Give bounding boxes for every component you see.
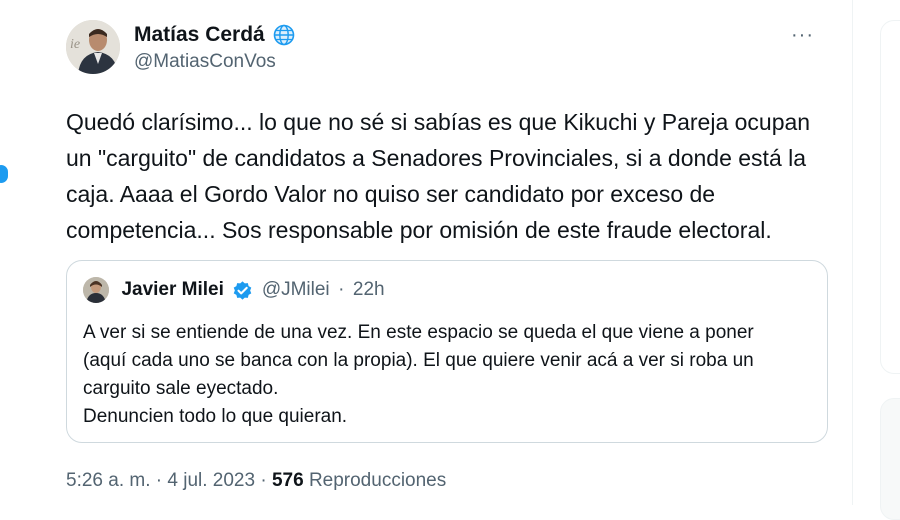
- tweet-text: Quedó clarísimo... lo que no sé si sabía…: [66, 104, 836, 248]
- globe-icon: [273, 24, 295, 46]
- tweet-meta: 5:26 a. m. · 4 jul. 2023 · 576 Reproducc…: [66, 470, 446, 492]
- views-label: Reproducciones: [308, 470, 447, 491]
- tweet-text-line: competencia... Sos responsable por omisi…: [66, 217, 772, 243]
- avatar-image: ie: [66, 20, 120, 74]
- verified-badge-icon: [234, 280, 252, 300]
- tweet-text-line: Quedó clarísimo... lo que no sé si sabía…: [66, 109, 811, 135]
- quoted-avatar[interactable]: [83, 277, 109, 303]
- sidebar-card: [880, 398, 900, 520]
- scroll-indicator: [0, 165, 8, 183]
- meta-separator: ·: [260, 470, 267, 491]
- quoted-avatar-image: [83, 277, 109, 303]
- tweet-header: ie Matías Cerdá @MatiasConVos ···: [66, 18, 836, 78]
- quoted-text-line: A ver si se entiende de una vez. En este…: [83, 322, 754, 343]
- quoted-tweet-header: Javier Milei @JMilei · 22h: [83, 277, 385, 307]
- tweet-timestamp[interactable]: 5:26 a. m. · 4 jul. 2023: [66, 470, 255, 491]
- author-handle[interactable]: @MatiasConVos: [134, 49, 295, 75]
- author-names: Matías Cerdá @MatiasConVos: [134, 22, 295, 75]
- sidebar-card: [880, 20, 900, 374]
- quoted-text-line: carguito sale eyectado.: [83, 378, 279, 399]
- tweet-text-line: caja. Aaaa el Gordo Valor no quiso ser c…: [66, 181, 716, 207]
- quoted-handle[interactable]: @JMilei: [262, 279, 330, 301]
- svg-text:ie: ie: [70, 37, 80, 52]
- quoted-tweet-text: A ver si se entiende de una vez. En este…: [83, 319, 813, 431]
- tweet-text-line: un "carguito" de candidatos a Senadores …: [66, 145, 807, 171]
- views-count: 576: [271, 470, 304, 491]
- more-options-icon[interactable]: ···: [791, 24, 814, 47]
- column-divider: [852, 0, 853, 505]
- quoted-tweet[interactable]: Javier Milei @JMilei · 22h A ver si se e…: [66, 260, 828, 443]
- quoted-separator: ·: [338, 279, 345, 300]
- quoted-time[interactable]: 22h: [353, 279, 385, 301]
- quoted-display-name[interactable]: Javier Milei: [121, 279, 223, 301]
- author-display-name[interactable]: Matías Cerdá: [134, 22, 265, 48]
- quoted-text-line: Denuncien todo lo que quieran.: [83, 406, 348, 427]
- quoted-text-line: (aquí cada uno se banca con la propia). …: [83, 350, 754, 371]
- avatar[interactable]: ie: [66, 20, 120, 74]
